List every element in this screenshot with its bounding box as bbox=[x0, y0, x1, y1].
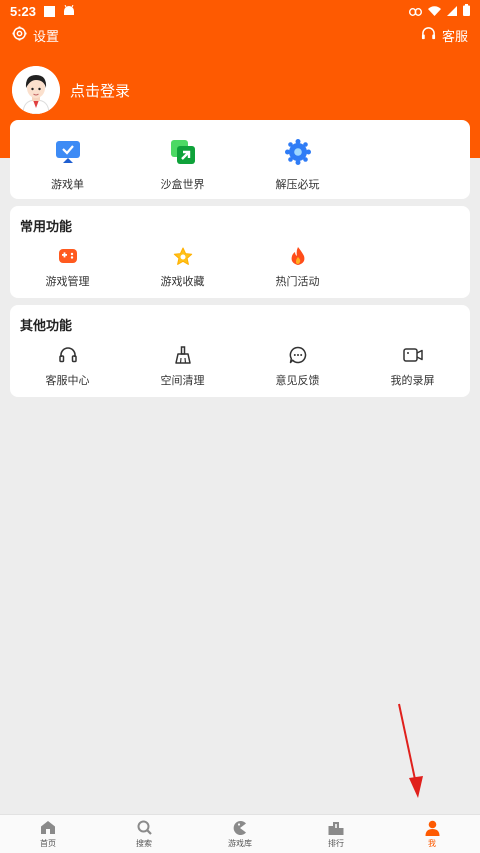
relax-play-icon bbox=[284, 138, 312, 166]
top-bar: 设置 客服 bbox=[0, 24, 480, 46]
video-record-icon bbox=[402, 345, 423, 365]
game-manage-icon bbox=[58, 246, 78, 266]
featured-card: 游戏单 沙盒世界 解压必玩 bbox=[10, 120, 470, 199]
nav-search[interactable]: 搜索 bbox=[96, 815, 192, 853]
nav-label: 我 bbox=[428, 838, 436, 848]
bottom-nav: 首页 搜索 游戏库 排行 我 bbox=[0, 814, 480, 853]
login-label[interactable]: 点击登录 bbox=[70, 80, 130, 101]
other-functions-card: 其他功能 客服中心 空间清理 意见反馈 我的录屏 bbox=[10, 305, 470, 397]
status-icons bbox=[408, 3, 470, 19]
nav-label: 首页 bbox=[40, 838, 56, 848]
search-icon bbox=[135, 820, 153, 836]
other-label: 意见反馈 bbox=[275, 375, 320, 387]
common-functions-grid: 游戏管理 游戏收藏 热门活动 bbox=[10, 246, 470, 289]
common-functions-card: 常用功能 游戏管理 游戏收藏 热门活动 bbox=[10, 206, 470, 298]
flame-hot-icon bbox=[288, 246, 308, 266]
settings-label: 设置 bbox=[33, 28, 60, 44]
featured-grid: 游戏单 沙盒世界 解压必玩 bbox=[10, 138, 470, 192]
common-label: 游戏收藏 bbox=[160, 276, 205, 288]
notification-icon bbox=[44, 5, 56, 17]
annotation-arrow bbox=[398, 703, 423, 798]
other-functions-title: 其他功能 bbox=[20, 318, 73, 333]
other-item-feedback[interactable]: 意见反馈 bbox=[240, 345, 355, 388]
other-functions-grid: 客服中心 空间清理 意见反馈 我的录屏 bbox=[10, 345, 470, 388]
common-item-game-manage[interactable]: 游戏管理 bbox=[10, 246, 125, 289]
nav-label: 游戏库 bbox=[228, 838, 252, 848]
other-item-customer-center[interactable]: 客服中心 bbox=[10, 345, 125, 388]
feedback-bubble-icon bbox=[288, 345, 308, 365]
status-bar: 5:23 bbox=[0, 0, 480, 22]
other-label: 空间清理 bbox=[160, 375, 205, 387]
signal-icon bbox=[447, 4, 457, 19]
pacman-library-icon bbox=[231, 820, 249, 836]
customer-service-button[interactable]: 客服 bbox=[421, 26, 468, 45]
ranking-podium-icon bbox=[327, 820, 345, 836]
featured-item-sandbox-world[interactable]: 沙盒世界 bbox=[125, 138, 240, 192]
game-list-icon bbox=[54, 138, 82, 166]
other-item-space-clean[interactable]: 空间清理 bbox=[125, 345, 240, 388]
broom-clean-icon bbox=[173, 345, 193, 365]
featured-label: 解压必玩 bbox=[275, 179, 320, 191]
settings-button[interactable]: 设置 bbox=[12, 26, 59, 45]
featured-label: 沙盒世界 bbox=[160, 179, 205, 191]
featured-item-relax-play[interactable]: 解压必玩 bbox=[240, 138, 355, 192]
sandbox-world-icon bbox=[169, 138, 197, 166]
android-notification-icon bbox=[63, 4, 75, 19]
other-label: 我的录屏 bbox=[390, 375, 435, 387]
featured-label: 游戏单 bbox=[51, 179, 84, 191]
common-label: 游戏管理 bbox=[45, 276, 90, 288]
common-label: 热门活动 bbox=[275, 276, 320, 288]
gear-icon bbox=[12, 26, 27, 44]
status-time: 5:23 bbox=[10, 3, 37, 19]
other-item-my-recordings[interactable]: 我的录屏 bbox=[355, 345, 470, 388]
wifi-icon bbox=[428, 4, 441, 19]
other-label: 客服中心 bbox=[45, 375, 90, 387]
common-functions-title: 常用功能 bbox=[20, 219, 73, 234]
common-item-hot-events[interactable]: 热门活动 bbox=[240, 246, 355, 289]
star-favorite-icon bbox=[173, 246, 193, 266]
nav-label: 搜索 bbox=[136, 838, 152, 848]
featured-item-game-list[interactable]: 游戏单 bbox=[10, 138, 125, 192]
headset-icon bbox=[421, 26, 436, 44]
nav-game-library[interactable]: 游戏库 bbox=[192, 815, 288, 853]
nav-ranking[interactable]: 排行 bbox=[288, 815, 384, 853]
nav-home[interactable]: 首页 bbox=[0, 815, 96, 853]
headset-icon bbox=[58, 345, 78, 365]
common-item-favorites[interactable]: 游戏收藏 bbox=[125, 246, 240, 289]
login-area[interactable]: 点击登录 bbox=[12, 66, 130, 114]
person-icon bbox=[423, 820, 441, 836]
link-icon bbox=[408, 4, 423, 19]
service-label: 客服 bbox=[441, 28, 468, 44]
nav-me[interactable]: 我 bbox=[384, 815, 480, 853]
battery-icon bbox=[463, 3, 470, 19]
nav-label: 排行 bbox=[328, 838, 344, 848]
avatar[interactable] bbox=[12, 66, 60, 114]
home-icon bbox=[39, 820, 57, 836]
